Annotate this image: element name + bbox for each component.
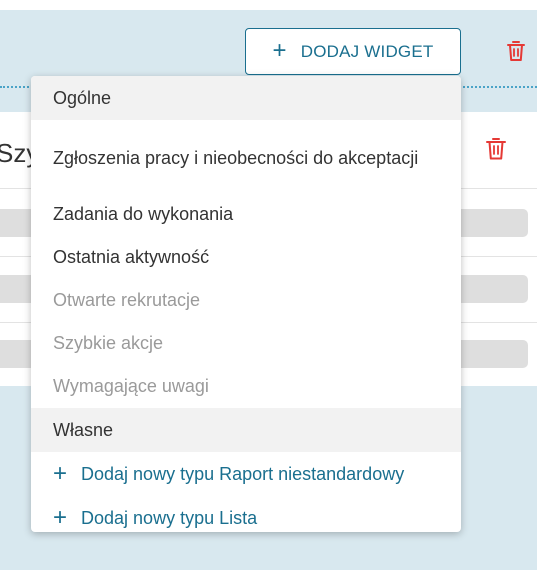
- add-widget-button[interactable]: + DODAJ WIDGET: [245, 28, 461, 75]
- add-widget-label: DODAJ WIDGET: [300, 41, 434, 61]
- menu-item-label: Ostatnia aktywność: [53, 247, 210, 267]
- placeholder-bar: [455, 275, 528, 303]
- menu-item-tasks[interactable]: Zadania do wykonania: [31, 193, 461, 236]
- menu-item-recent-activity[interactable]: Ostatnia aktywność: [31, 236, 461, 279]
- section-header-custom: Własne: [31, 408, 461, 452]
- add-item-label: Dodaj nowy typu Lista: [81, 507, 258, 528]
- plus-icon: +: [272, 36, 287, 64]
- menu-item-needs-attention: Wymagające uwagi: [31, 365, 461, 408]
- menu-item-label: Szybkie akcje: [53, 333, 164, 353]
- menu-item-label: Zgłoszenia pracy i nieobecności do akcep…: [53, 147, 419, 168]
- menu-item-work-requests[interactable]: Zgłoszenia pracy i nieobecności do akcep…: [31, 120, 461, 193]
- menu-item-label: Otwarte rekrutacje: [53, 290, 201, 310]
- trash-icon[interactable]: [485, 137, 507, 161]
- plus-icon: +: [53, 460, 68, 487]
- add-item-label: Dodaj nowy typu Raport niestandardowy: [81, 463, 405, 484]
- section-header-general: Ogólne: [31, 76, 461, 120]
- placeholder-bar: [455, 340, 528, 368]
- menu-item-label: Zadania do wykonania: [53, 204, 234, 224]
- menu-item-label: Wymagające uwagi: [53, 376, 209, 396]
- menu-item-open-recruitments: Otwarte rekrutacje: [31, 279, 461, 322]
- plus-icon: +: [53, 504, 68, 531]
- add-widget-dropdown: Ogólne Zgłoszenia pracy i nieobecności d…: [31, 76, 461, 532]
- add-custom-report-item[interactable]: + Dodaj nowy typu Raport niestandardowy: [31, 452, 461, 496]
- top-strip: [0, 0, 537, 10]
- placeholder-bar: [455, 209, 528, 237]
- trash-icon[interactable]: [506, 40, 526, 62]
- menu-item-quick-actions: Szybkie akcje: [31, 322, 461, 365]
- add-list-item[interactable]: + Dodaj nowy typu Lista: [31, 496, 461, 532]
